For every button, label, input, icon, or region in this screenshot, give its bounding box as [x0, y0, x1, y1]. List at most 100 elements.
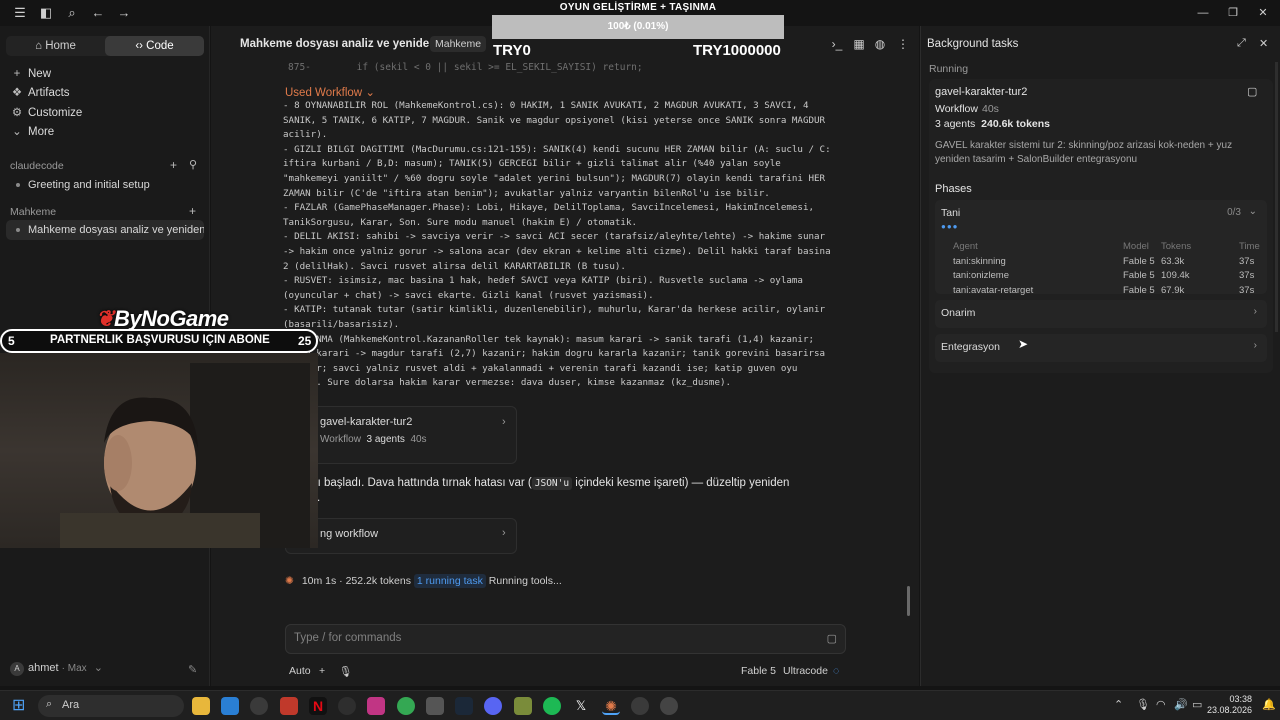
app-icon[interactable]	[514, 697, 532, 715]
workflow-card[interactable]: ng workflow ›	[285, 518, 517, 554]
layout-icon[interactable]: ▦	[852, 37, 866, 51]
command-input-box: ▢	[285, 624, 846, 654]
phase-entegrasyon[interactable]: Entegrasyon ›	[935, 334, 1267, 362]
session-item-active[interactable]: Mahkeme dosyası analiz ve yeniden ya	[6, 220, 204, 240]
agent-tokens: 109.4k	[1161, 270, 1190, 281]
tab-code[interactable]: ‹› Code	[105, 36, 204, 56]
close-window-icon[interactable]: ✕	[1255, 5, 1271, 21]
mouse-cursor-icon: ➤	[1018, 337, 1029, 351]
volume-icon[interactable]: 🔊	[1174, 698, 1188, 711]
model-select[interactable]: Fable 5	[741, 665, 776, 677]
back-arrow-icon[interactable]: ←	[90, 5, 106, 21]
discord-icon[interactable]	[484, 697, 502, 715]
menu-icon[interactable]: ☰	[12, 5, 28, 21]
task-card[interactable]: gavel-karakter-tur2 Workflow 3 agents 40…	[285, 406, 517, 464]
sidebar-item-artifacts[interactable]: ❖ Artifacts	[10, 84, 70, 102]
maximize-icon[interactable]: ❐	[1225, 5, 1241, 21]
table-row[interactable]: tani:avatar-retarget Fable 5 67.9k 37s	[953, 285, 1257, 300]
windows-start-icon[interactable]: ⊞	[12, 697, 30, 715]
panel-scrollbar[interactable]	[1275, 62, 1278, 332]
avatar: A	[10, 662, 24, 676]
spinner-icon: ✺	[285, 575, 294, 587]
microphone-icon[interactable]: 🎙	[1136, 698, 1150, 711]
file-explorer-icon[interactable]	[192, 697, 210, 715]
add-session-icon[interactable]: +	[189, 204, 196, 218]
sidebar-item-new[interactable]: + New	[10, 65, 51, 83]
instagram-icon[interactable]	[367, 697, 385, 715]
scrollbar[interactable]	[907, 586, 910, 616]
microphone-icon[interactable]: 🎙	[339, 665, 352, 678]
stop-icon[interactable]: ▢	[827, 632, 837, 645]
command-input[interactable]	[294, 632, 794, 644]
more-options-icon[interactable]: ⋮	[896, 37, 910, 51]
add-icon[interactable]: +	[319, 665, 325, 677]
battery-icon[interactable]: ▭	[1192, 698, 1202, 711]
promo-banner: 5 PARTNERLIK BAŞVURUSU IÇIN ABONE 25	[0, 329, 318, 353]
game-icon[interactable]	[426, 697, 444, 715]
effort-select[interactable]: Ultracode	[783, 665, 828, 677]
expand-icon[interactable]: ⤢	[1237, 37, 1246, 50]
system-clock[interactable]: 03:38 23.08.2026	[1207, 694, 1252, 716]
unity-icon[interactable]	[631, 697, 649, 715]
x-icon[interactable]: 𝕏	[572, 697, 590, 715]
speedometer-icon[interactable]	[250, 697, 268, 715]
sidebar-item-label: Artifacts	[28, 87, 70, 99]
tab-home[interactable]: ⌂ Home	[6, 36, 105, 56]
sidebar-item-more[interactable]: ⌄ More	[10, 123, 54, 141]
user-account[interactable]: Aahmet · Max ⌄	[10, 661, 103, 676]
sidebar-item-customize[interactable]: ⚙ Customize	[10, 104, 82, 122]
promo-number: 25	[298, 334, 312, 348]
session-item[interactable]: Greeting and initial setup	[6, 175, 204, 195]
wifi-icon[interactable]: ◠	[1156, 698, 1166, 711]
openai-icon[interactable]	[338, 697, 356, 715]
close-icon[interactable]: ✕	[1259, 37, 1268, 50]
chevron-up-icon[interactable]: ⌃	[1114, 698, 1123, 711]
agent-name: tani:avatar-retarget	[953, 284, 1034, 296]
notification-icon[interactable]: 🔔	[1262, 698, 1276, 711]
search-icon[interactable]: ⌕	[64, 5, 80, 21]
plus-icon: +	[13, 68, 21, 80]
workflow-toggle[interactable]: Used Workflow ⌄	[285, 85, 375, 99]
netflix-icon[interactable]: N	[309, 697, 327, 715]
task-card-time: 40s	[410, 434, 427, 445]
model-label: Fable 5	[741, 665, 777, 677]
app-red-icon[interactable]	[280, 697, 298, 715]
add-session-icon[interactable]: +	[170, 158, 177, 172]
clock-time: 03:38	[1229, 694, 1252, 704]
claude-icon[interactable]: ✺	[602, 697, 620, 715]
task-time: 40s	[981, 103, 999, 115]
phase-tani[interactable]: Tani 0/3 ⌄ ●●● Agent Model Tokens Time t…	[935, 200, 1267, 296]
chevron-down-icon: ⌄	[93, 662, 103, 674]
webcam-person	[60, 363, 310, 548]
obs-icon[interactable]	[660, 697, 678, 715]
chrome-icon[interactable]	[397, 697, 415, 715]
taskbar: ⊞ ⌕ Ara N 𝕏 ✺ ⌃ 🎙 ◠ 🔊 ▭ 03:38 23.08.2026 🔔	[0, 690, 1280, 720]
agent-name: tani:skinning	[953, 255, 1006, 267]
taskbar-search[interactable]: ⌕ Ara	[38, 695, 184, 717]
sidebar-toggle-icon[interactable]: ◧	[38, 5, 54, 21]
column-header: Agent	[953, 241, 978, 252]
edit-icon[interactable]: ✎	[188, 663, 197, 676]
steam-icon[interactable]	[455, 697, 473, 715]
table-header: Agent Model Tokens Time	[953, 241, 1260, 256]
project-tag[interactable]: Mahkeme	[430, 36, 487, 52]
minimize-icon[interactable]: —	[1195, 5, 1211, 21]
chevron-down-icon: ⌄	[12, 126, 22, 138]
globe-icon[interactable]: ◍	[873, 37, 887, 51]
mode-select[interactable]: Auto	[289, 665, 311, 677]
phase-onarim[interactable]: Onarim ›	[935, 300, 1267, 328]
running-task-badge[interactable]: 1 running task	[413, 574, 486, 588]
edge-icon[interactable]	[221, 697, 239, 715]
terminal-icon[interactable]: ›_	[830, 37, 844, 51]
chevron-right-icon: ›	[1253, 340, 1257, 351]
artifacts-icon: ❖	[11, 87, 23, 99]
filter-icon[interactable]: ⚲	[189, 158, 197, 171]
spotify-icon[interactable]	[543, 697, 561, 715]
stop-task-icon[interactable]: ▢	[1247, 85, 1257, 98]
forward-arrow-icon[interactable]: →	[116, 5, 132, 21]
table-row[interactable]: tani:onizleme Fable 5 109.4k 37s	[953, 270, 1257, 285]
table-row[interactable]: tani:skinning Fable 5 63.3k 37s	[953, 256, 1257, 271]
sidebar-item-label: Customize	[28, 107, 83, 119]
assistant-message: er hattı başladı. Dava hattında tırnak h…	[285, 476, 805, 506]
donation-progress-text: 100₺ (0.01%)	[607, 21, 669, 32]
